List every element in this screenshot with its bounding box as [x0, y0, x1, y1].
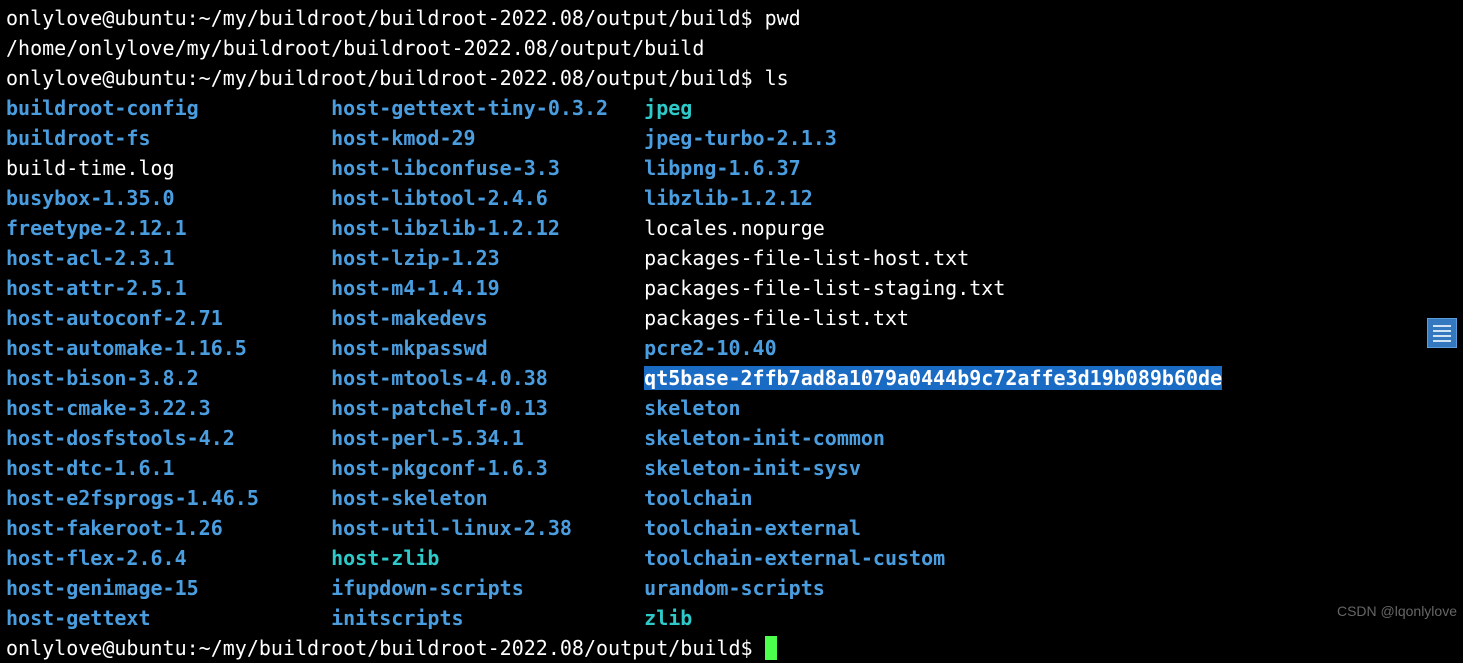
ls-row: host-attr-2.5.1 host-m4-1.4.19 packages-fi… [6, 273, 1457, 303]
ls-entry: initscripts [331, 606, 463, 630]
ls-row: host-genimage-15 ifupdown-scripts urandom-… [6, 573, 1457, 603]
ls-entry: urandom-scripts [644, 576, 825, 600]
ls-entry: freetype-2.12.1 [6, 216, 187, 240]
watermark: CSDN @lqonlylove [1337, 596, 1457, 626]
ls-row: host-dosfstools-4.2 host-perl-5.34.1 skele… [6, 423, 1457, 453]
ls-entry: host-mkpasswd [331, 336, 488, 360]
ls-entry: host-gettext-tiny-0.3.2 [331, 96, 608, 120]
ls-entry: build-time.log [6, 156, 175, 180]
ls-entry: host-dosfstools-4.2 [6, 426, 235, 450]
ls-entry: packages-file-list.txt [644, 306, 909, 330]
ls-row: buildroot-fs host-kmod-29 jpeg-turbo-2.1.3 [6, 123, 1457, 153]
command-pwd: pwd [765, 6, 801, 30]
ls-entry: toolchain [644, 486, 752, 510]
ls-entry: host-lzip-1.23 [331, 246, 500, 270]
ls-row: host-fakeroot-1.26 host-util-linux-2.38 to… [6, 513, 1457, 543]
ls-row: freetype-2.12.1 host-libzlib-1.2.12 locale… [6, 213, 1457, 243]
ls-entry: qt5base-2ffb7ad8a1079a0444b9c72affe3d19b… [644, 366, 1222, 390]
ls-row: host-flex-2.6.4 host-zlib toolchain-extern… [6, 543, 1457, 573]
ls-entry: host-acl-2.3.1 [6, 246, 175, 270]
ls-entry: pcre2-10.40 [644, 336, 776, 360]
ls-entry: jpeg [644, 96, 692, 120]
ls-entry: host-skeleton [331, 486, 488, 510]
ls-entry: host-perl-5.34.1 [331, 426, 524, 450]
ls-entry: buildroot-fs [6, 126, 151, 150]
ls-entry: skeleton [644, 396, 740, 420]
ls-entry: buildroot-config [6, 96, 199, 120]
ls-entry: packages-file-list-host.txt [644, 246, 969, 270]
ls-entry: host-gettext [6, 606, 151, 630]
command-ls: ls [765, 66, 789, 90]
ls-entry: host-flex-2.6.4 [6, 546, 187, 570]
prompt-line-2: onlylove@ubuntu:~/my/buildroot/buildroot… [6, 63, 1457, 93]
hamburger-icon[interactable] [1427, 318, 1457, 348]
ls-entry: host-kmod-29 [331, 126, 476, 150]
ls-row: host-autoconf-2.71 host-makedevs packages-… [6, 303, 1457, 333]
cursor [765, 636, 777, 660]
ls-entry: toolchain-external-custom [644, 546, 945, 570]
ls-entry: host-cmake-3.22.3 [6, 396, 211, 420]
ls-entry: busybox-1.35.0 [6, 186, 175, 210]
ls-entry: locales.nopurge [644, 216, 825, 240]
ls-entry: ifupdown-scripts [331, 576, 524, 600]
ls-entry: host-bison-3.8.2 [6, 366, 199, 390]
ls-entry: host-pkgconf-1.6.3 [331, 456, 548, 480]
ls-output: buildroot-config host-gettext-tiny-0.3.2 j… [6, 93, 1457, 633]
prompt: onlylove@ubuntu:~/my/buildroot/buildroot… [6, 636, 765, 660]
ls-entry: host-attr-2.5.1 [6, 276, 187, 300]
ls-entry: host-e2fsprogs-1.46.5 [6, 486, 259, 510]
ls-row: host-dtc-1.6.1 host-pkgconf-1.6.3 skeleton… [6, 453, 1457, 483]
ls-row: host-e2fsprogs-1.46.5 host-skeleton toolch… [6, 483, 1457, 513]
ls-row: host-acl-2.3.1 host-lzip-1.23 packages-fil… [6, 243, 1457, 273]
prompt: onlylove@ubuntu:~/my/buildroot/buildroot… [6, 6, 765, 30]
ls-row: host-gettext initscripts zlib [6, 603, 1457, 633]
ls-entry: jpeg-turbo-2.1.3 [644, 126, 837, 150]
ls-entry: host-libtool-2.4.6 [331, 186, 548, 210]
ls-entry: host-util-linux-2.38 [331, 516, 572, 540]
ls-entry: host-patchelf-0.13 [331, 396, 548, 420]
ls-entry: host-genimage-15 [6, 576, 199, 600]
ls-row: host-cmake-3.22.3 host-patchelf-0.13 skele… [6, 393, 1457, 423]
ls-entry: skeleton-init-sysv [644, 456, 861, 480]
ls-entry: host-autoconf-2.71 [6, 306, 223, 330]
ls-row: busybox-1.35.0 host-libtool-2.4.6 libzlib-… [6, 183, 1457, 213]
ls-row: host-bison-3.8.2 host-mtools-4.0.38 qt5bas… [6, 363, 1457, 393]
ls-entry: host-makedevs [331, 306, 488, 330]
terminal[interactable]: onlylove@ubuntu:~/my/buildroot/buildroot… [6, 3, 1457, 663]
prompt: onlylove@ubuntu:~/my/buildroot/buildroot… [6, 66, 765, 90]
ls-entry: packages-file-list-staging.txt [644, 276, 1005, 300]
ls-entry: libzlib-1.2.12 [644, 186, 813, 210]
prompt-line-1: onlylove@ubuntu:~/my/buildroot/buildroot… [6, 3, 1457, 33]
ls-entry: skeleton-init-common [644, 426, 885, 450]
ls-entry: libpng-1.6.37 [644, 156, 801, 180]
ls-entry: toolchain-external [644, 516, 861, 540]
ls-entry: host-dtc-1.6.1 [6, 456, 175, 480]
ls-entry: zlib [644, 606, 692, 630]
ls-row: host-automake-1.16.5 host-mkpasswd pcre2-1… [6, 333, 1457, 363]
prompt-line-3: onlylove@ubuntu:~/my/buildroot/buildroot… [6, 633, 1457, 663]
ls-entry: host-zlib [331, 546, 439, 570]
ls-entry: host-fakeroot-1.26 [6, 516, 223, 540]
ls-row: buildroot-config host-gettext-tiny-0.3.2 j… [6, 93, 1457, 123]
ls-entry: host-mtools-4.0.38 [331, 366, 548, 390]
ls-entry: host-libconfuse-3.3 [331, 156, 560, 180]
ls-row: build-time.log host-libconfuse-3.3 libpng-… [6, 153, 1457, 183]
ls-entry: host-libzlib-1.2.12 [331, 216, 560, 240]
pwd-output: /home/onlylove/my/buildroot/buildroot-20… [6, 33, 1457, 63]
ls-entry: host-automake-1.16.5 [6, 336, 247, 360]
ls-entry: host-m4-1.4.19 [331, 276, 500, 300]
